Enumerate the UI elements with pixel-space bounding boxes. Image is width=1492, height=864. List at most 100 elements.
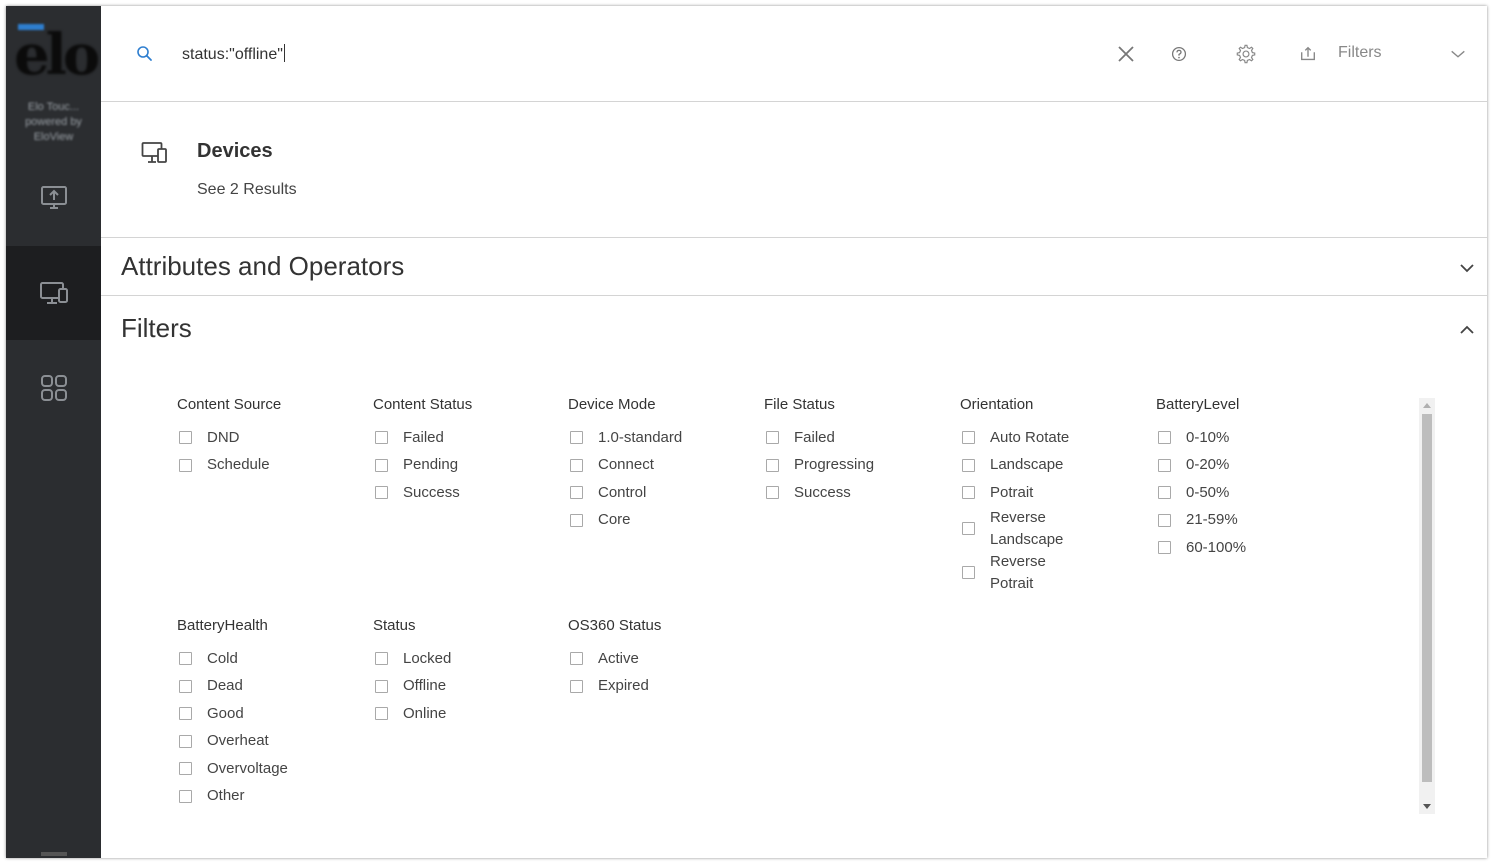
filter-checkbox[interactable]	[962, 486, 975, 500]
filter-option[interactable]: 60-100%	[1156, 534, 1346, 562]
filter-option[interactable]: 21-59%	[1156, 507, 1346, 535]
filter-checkbox[interactable]	[375, 652, 388, 666]
filter-checkbox[interactable]	[375, 679, 388, 693]
filter-checkbox[interactable]	[375, 486, 388, 500]
filters-toggle-label[interactable]: Filters	[1338, 44, 1382, 62]
filter-option-label: Progressing	[794, 456, 875, 474]
settings-button[interactable]	[1232, 40, 1260, 68]
expand-search-button[interactable]	[1444, 40, 1472, 68]
search-input[interactable]: status:"offline"	[182, 44, 285, 64]
export-icon	[1301, 46, 1315, 61]
filter-checkbox[interactable]	[179, 789, 192, 803]
attributes-section-header[interactable]: Attributes and Operators	[101, 237, 1487, 295]
filter-checkbox[interactable]	[179, 458, 192, 472]
filter-checkbox[interactable]	[179, 679, 192, 693]
filter-checkbox[interactable]	[375, 431, 388, 445]
sidebar-item-content[interactable]	[6, 151, 101, 245]
filter-checkbox[interactable]	[179, 431, 192, 445]
filter-option[interactable]: Failed	[764, 424, 954, 452]
filter-option[interactable]: DND	[177, 424, 367, 452]
filter-checkbox[interactable]	[766, 486, 779, 500]
filter-option[interactable]: Schedule	[177, 452, 367, 480]
scrollbar-thumb[interactable]	[1422, 414, 1432, 782]
filter-option[interactable]: 0-20%	[1156, 452, 1346, 480]
filter-checkbox[interactable]	[1158, 541, 1171, 555]
filter-checkbox[interactable]	[179, 734, 192, 748]
filter-checkbox[interactable]	[1158, 431, 1171, 445]
see-results-link[interactable]: See 2 Results	[197, 181, 297, 199]
filter-option[interactable]: Core	[568, 507, 758, 535]
filter-checkbox[interactable]	[179, 707, 192, 721]
filter-option[interactable]: Locked	[373, 645, 563, 673]
filter-option[interactable]: Dead	[177, 673, 367, 701]
sidebar-item-apps[interactable]	[6, 341, 101, 435]
filter-option[interactable]: Auto Rotate	[960, 424, 1150, 452]
filter-checkbox[interactable]	[570, 431, 583, 445]
filter-option[interactable]: 1.0-standard	[568, 424, 758, 452]
filter-option[interactable]: Expired	[568, 673, 758, 701]
filter-checkbox[interactable]	[570, 679, 583, 693]
sidebar-item-devices[interactable]	[6, 246, 101, 340]
filter-option[interactable]: Overvoltage	[177, 755, 367, 783]
filter-checkbox[interactable]	[1158, 458, 1171, 472]
attributes-title: Attributes and Operators	[121, 251, 405, 281]
filter-option[interactable]: Offline	[373, 673, 563, 701]
export-button[interactable]	[1294, 40, 1322, 68]
filter-checkbox[interactable]	[766, 431, 779, 445]
filter-checkbox[interactable]	[962, 522, 975, 535]
filter-option[interactable]: Failed	[373, 424, 563, 452]
filter-option[interactable]: Online	[373, 700, 563, 728]
filter-option-label: Pending	[403, 456, 459, 474]
filter-checkbox[interactable]	[570, 458, 583, 472]
elo-logo: elo	[14, 20, 100, 90]
filter-checkbox[interactable]	[1158, 486, 1171, 500]
filter-option[interactable]: Landscape	[960, 452, 1150, 480]
filter-option[interactable]: 0-10%	[1156, 424, 1346, 452]
scroll-down-arrow[interactable]	[1419, 800, 1435, 814]
scroll-up-arrow[interactable]	[1419, 398, 1435, 412]
filter-group-title: BatteryHealth	[177, 617, 268, 634]
filter-checkbox[interactable]	[570, 652, 583, 666]
filter-option[interactable]: Pending	[373, 452, 563, 480]
filter-checkbox[interactable]	[962, 566, 975, 579]
filter-option[interactable]: Progressing	[764, 452, 954, 480]
filter-option[interactable]: Potrait	[960, 479, 1150, 507]
filter-group-content-source: Content Source DND Schedule	[177, 396, 367, 479]
filter-option-label: 60-100%	[1186, 538, 1247, 556]
filter-option[interactable]: Good	[177, 700, 367, 728]
clear-search-button[interactable]	[1112, 40, 1140, 68]
filter-option[interactable]: Connect	[568, 452, 758, 480]
filter-option[interactable]: 0-50%	[1156, 479, 1346, 507]
filter-group-device-mode: Device Mode 1.0-standard Connect Control Cor…	[568, 396, 758, 534]
filter-option[interactable]: Cold	[177, 645, 367, 673]
filter-option[interactable]: Success	[764, 479, 954, 507]
filter-option[interactable]: Reverse Potrait	[960, 551, 1150, 595]
filter-option[interactable]: Reverse Landscape	[960, 507, 1150, 551]
filter-option-label: Active	[598, 649, 639, 667]
filter-checkbox[interactable]	[179, 762, 192, 776]
help-button[interactable]	[1165, 40, 1193, 68]
filter-checkbox[interactable]	[375, 707, 388, 721]
filter-option[interactable]: Other	[177, 783, 367, 811]
devices-result[interactable]: Devices See 2 Results	[101, 102, 1487, 237]
filter-option[interactable]: Success	[373, 479, 563, 507]
filter-checkbox[interactable]	[766, 458, 779, 472]
filter-option-label: 1.0-standard	[598, 428, 683, 446]
filter-checkbox[interactable]	[570, 486, 583, 500]
filters-scrollbar[interactable]	[1419, 398, 1435, 814]
filter-checkbox[interactable]	[179, 652, 192, 666]
filter-option-label: Locked	[403, 649, 452, 667]
filter-option-label: Schedule	[207, 456, 270, 474]
filter-checkbox[interactable]	[962, 458, 975, 472]
filter-checkbox[interactable]	[1158, 513, 1171, 527]
filter-group-title: BatteryLevel	[1156, 396, 1240, 413]
filter-option[interactable]: Active	[568, 645, 758, 673]
filter-option-label: Landscape	[990, 456, 1064, 474]
filter-checkbox[interactable]	[962, 431, 975, 445]
filter-group-batterylevel: BatteryLevel 0-10% 0-20% 0-50% 21-59% 60-100%	[1156, 396, 1346, 562]
filter-checkbox[interactable]	[375, 458, 388, 472]
filters-section-header[interactable]: Filters	[101, 295, 1487, 353]
filter-option[interactable]: Overheat	[177, 728, 367, 756]
filter-option[interactable]: Control	[568, 479, 758, 507]
filter-checkbox[interactable]	[570, 513, 583, 527]
